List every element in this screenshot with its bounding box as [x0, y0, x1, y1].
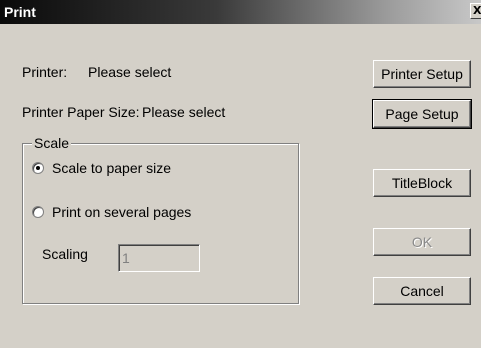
close-icon: X: [473, 4, 481, 17]
title-bar[interactable]: Print X: [0, 0, 481, 24]
print-dialog: Print X Printer: Please select Printer P…: [0, 0, 481, 348]
scaling-input[interactable]: [118, 244, 200, 272]
printer-label: Printer:: [22, 64, 68, 80]
dialog-title: Print: [4, 4, 36, 20]
scaling-label: Scaling: [42, 246, 88, 262]
print-several-pages-label[interactable]: Print on several pages: [52, 204, 191, 220]
scale-group-legend: Scale: [32, 135, 72, 151]
close-button[interactable]: X: [470, 3, 481, 19]
printer-value: Please select: [88, 64, 172, 80]
cancel-button[interactable]: Cancel: [373, 277, 471, 305]
scale-to-paper-radio[interactable]: [32, 162, 44, 174]
radio-selected-dot: [36, 166, 40, 170]
paper-size-value: Please select: [142, 104, 226, 120]
titleblock-button[interactable]: TitleBlock: [373, 169, 471, 197]
ok-button[interactable]: OK: [373, 228, 471, 256]
printer-setup-button[interactable]: Printer Setup: [373, 60, 471, 88]
page-setup-button[interactable]: Page Setup: [372, 99, 472, 129]
scale-to-paper-label[interactable]: Scale to paper size: [52, 160, 171, 176]
paper-size-label: Printer Paper Size:: [22, 104, 140, 120]
print-several-pages-radio[interactable]: [32, 206, 44, 218]
